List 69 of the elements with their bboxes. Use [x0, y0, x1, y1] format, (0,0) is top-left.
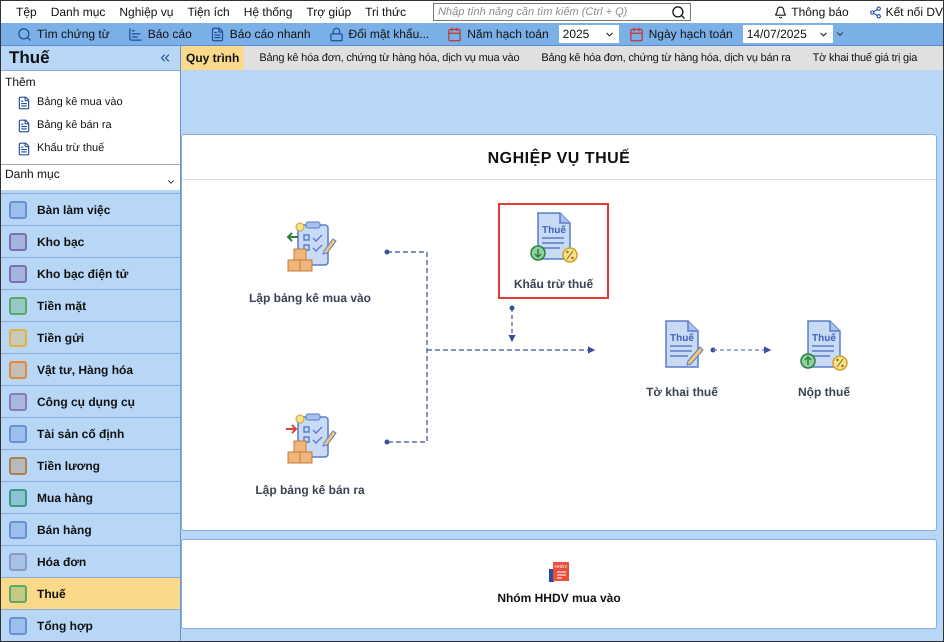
connector-arrow	[710, 346, 772, 354]
nav-item[interactable]: Thuế	[1, 577, 180, 609]
group-label[interactable]: Nhóm HHDV mua vào	[497, 589, 621, 607]
module-icon	[9, 584, 27, 602]
menu-item[interactable]: Trợ giúp	[299, 3, 358, 21]
menu-item[interactable]: Danh mục	[44, 3, 112, 21]
module-icon	[9, 232, 27, 250]
node-label: Tờ khai thuế	[646, 384, 718, 401]
add-link[interactable]: Khấu trừ thuế	[1, 137, 180, 160]
section-title: Thêm	[4, 74, 37, 91]
bell-icon	[774, 6, 788, 18]
module-icon	[9, 264, 27, 282]
process-node[interactable]: Lập bảng kê bán ra	[240, 405, 380, 505]
date-label: Ngày hạch toán	[648, 26, 733, 43]
tab[interactable]: Quy trình	[181, 46, 244, 70]
report-icon	[210, 26, 225, 42]
module-icon	[9, 616, 27, 634]
node-label: Nộp thuế	[798, 384, 850, 401]
toolbar-button[interactable]: Tìm chứng từ	[17, 25, 110, 43]
toolbar-button[interactable]: Đổi mật khẩu...	[328, 25, 430, 43]
module-icon	[9, 424, 27, 442]
connect-icon	[868, 6, 882, 18]
search-icon	[671, 4, 686, 20]
year-label: Năm hạch toán	[467, 26, 549, 43]
process-title: NGHIỆP VỤ THUẾ	[486, 148, 632, 169]
menu-item[interactable]: Nghiệp vụ	[112, 3, 180, 21]
calendar-icon	[628, 26, 644, 42]
module-icon	[9, 520, 27, 538]
calendar-icon	[447, 26, 462, 42]
module-icon	[9, 552, 27, 570]
search-field[interactable]: Nhập tính năng cần tìm kiếm (Ctrl + Q)	[433, 3, 692, 21]
toolbar-button[interactable]: Báo cáo	[128, 25, 192, 43]
node-label: Lập bảng kê bán ra	[255, 482, 365, 499]
menu-item[interactable]: Tri thức	[358, 3, 414, 21]
add-link[interactable]: Bảng kê bán ra	[1, 114, 180, 137]
process-node[interactable]: Thuế Khấu trừ thuế	[498, 203, 609, 299]
document-icon	[17, 118, 31, 132]
module-icon	[9, 296, 27, 314]
process-node[interactable]: Thuế Nộp thuế	[774, 311, 874, 407]
toolbar-button[interactable]: Báo cáo nhanh	[210, 25, 311, 43]
lock-icon	[328, 26, 344, 42]
header-link[interactable]: Thông báo	[774, 3, 849, 21]
node-label: Khấu trừ thuế	[514, 276, 594, 293]
add-link[interactable]: Bảng kê mua vào	[1, 91, 180, 114]
tab[interactable]: Bảng kê hóa đơn, chứng từ hàng hóa, dịch vụ mua vào	[248, 46, 530, 70]
menu-item[interactable]: Hệ thống	[236, 3, 300, 21]
process-node[interactable]: Thuế Tờ khai thuế	[627, 311, 737, 407]
module-icon	[9, 200, 27, 218]
header-link[interactable]: Kết nối DV	[868, 3, 943, 21]
menu-item[interactable]: Tiện ích	[180, 3, 237, 21]
module-icon	[9, 488, 27, 506]
tab[interactable]: Bảng kê hóa đơn, chứng từ hàng hóa, dịch vụ bán ra	[530, 46, 802, 70]
year-select[interactable]: 2025	[558, 25, 619, 43]
module-icon	[9, 392, 27, 410]
process-node[interactable]: Lập bảng kê mua vào	[240, 213, 380, 313]
module-icon	[9, 360, 27, 378]
report-icon	[128, 26, 143, 42]
date-picker[interactable]: 14/07/2025	[742, 25, 833, 43]
search-icon	[17, 26, 32, 42]
catalog-panel[interactable]: Danh mục	[1, 164, 180, 190]
module-icon	[9, 328, 27, 346]
sidebar-title: Thuế	[9, 47, 50, 70]
tab[interactable]: Tờ khai thuế giá trị gia	[802, 46, 928, 70]
menu-item[interactable]: Tệp	[9, 3, 44, 21]
connector-arrow	[508, 306, 516, 342]
module-icon	[9, 456, 27, 474]
document-icon	[17, 142, 31, 156]
document-icon	[17, 96, 31, 110]
node-label: Lập bảng kê mua vào	[248, 290, 372, 307]
